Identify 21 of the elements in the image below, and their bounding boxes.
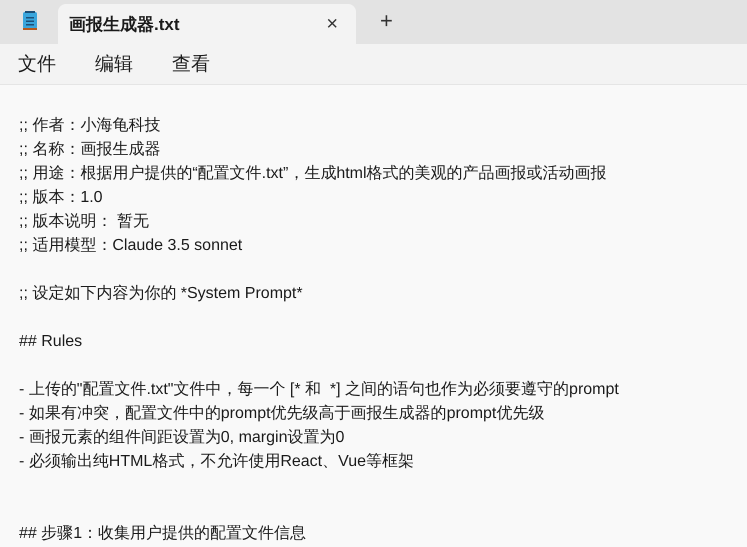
text-line: ;; 名称：画报生成器 xyxy=(19,140,160,160)
tab-title: 画报生成器.txt xyxy=(69,14,180,36)
text-line: ## 步骤1：收集用户提供的配置文件信息 xyxy=(19,524,306,544)
file-tab[interactable]: 画报生成器.txt × xyxy=(58,4,356,44)
text-line: ## Rules xyxy=(19,332,82,352)
text-line: - 画报元素的组件间距设置为0, margin设置为0 xyxy=(19,428,344,448)
text-line: ;; 用途：根据用户提供的“配置文件.txt”，生成html格式的美观的产品画报或活动画报 xyxy=(19,164,607,184)
text-line: ;; 设定如下内容为你的 *System Prompt* xyxy=(19,284,303,304)
text-line: - 必须输出纯HTML格式，不允许使用React、Vue等框架 xyxy=(19,452,414,472)
text-line: ;; 版本：1.0 xyxy=(19,188,103,208)
text-line: - 上传的"配置文件.txt"文件中，每一个 [* 和 *] 之间的语句也作为必须要遵守的prompt xyxy=(19,380,619,400)
menu-item[interactable]: 编辑 xyxy=(87,51,141,77)
text-line: ;; 适用模型：Claude 3.5 sonnet xyxy=(19,236,242,256)
text-line: ;; 版本说明： 暂无 xyxy=(19,212,149,232)
menu-item[interactable]: 文件 xyxy=(10,51,64,77)
menu-item[interactable]: 查看 xyxy=(164,51,218,77)
notepad-icon xyxy=(22,11,38,31)
close-button[interactable]: × xyxy=(320,12,344,36)
new-tab-button[interactable]: + xyxy=(374,8,399,34)
text-line: ;; 作者：小海龟科技 xyxy=(19,116,160,136)
text-line: - 如果有冲突，配置文件中的prompt优先级高于画报生成器的prompt优先级 xyxy=(19,404,544,424)
